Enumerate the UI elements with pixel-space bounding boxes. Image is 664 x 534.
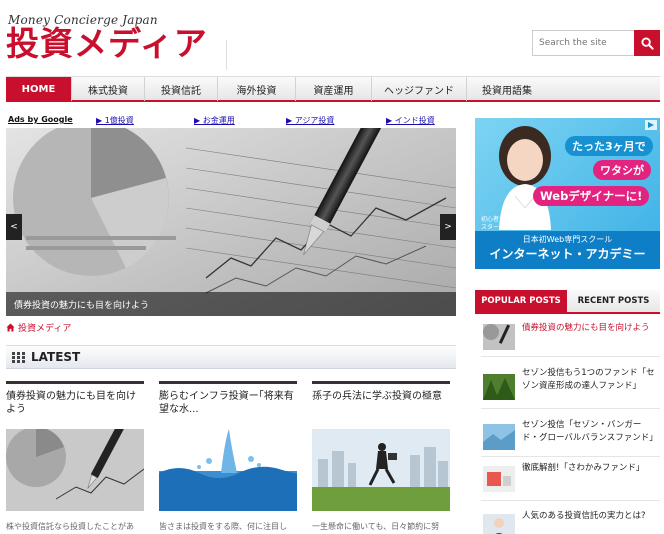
nav-item-funds[interactable]: 投資信託 [145, 77, 218, 101]
slide-image [6, 128, 456, 316]
popular-post-item[interactable]: 人気のある投資信託の実力とは? [475, 506, 660, 534]
ad-link-4[interactable]: ▶ インド投資 [386, 115, 435, 126]
ad-headline-2: ワタシが [593, 160, 651, 180]
grid-icon [12, 351, 25, 363]
main-nav: HOME 株式投資 投資信託 海外投資 資産運用 ヘッジファンド 投資用語集 [6, 76, 660, 102]
notes-thumbnail-image [483, 466, 515, 492]
slide-caption[interactable]: 債券投資の魅力にも目を向けよう [6, 292, 456, 316]
bond-thumbnail-image [483, 324, 515, 350]
latest-title: LATEST [31, 350, 81, 364]
water-splash-image [159, 429, 297, 511]
nav-item-asset-management[interactable]: 資産運用 [296, 77, 372, 101]
search-box [532, 30, 660, 56]
featured-slider[interactable]: < > 債券投資の魅力にも目を向けよう [6, 128, 456, 316]
nav-item-home[interactable]: HOME [6, 77, 72, 101]
popular-post-title[interactable]: セゾン投信「セゾン・バンガード・グローバルバランスファンド」 [522, 419, 658, 445]
ad-link-1[interactable]: ▶ 1億投資 [96, 115, 134, 126]
breadcrumb-home-link[interactable]: 投資メディア [18, 321, 71, 334]
popular-post-divider [481, 408, 660, 409]
popular-post-title[interactable]: 徹底解剖!「さわかみファンド」 [522, 462, 656, 475]
forest-thumbnail-image [483, 374, 515, 400]
header-divider [226, 40, 227, 70]
post-card-image[interactable] [312, 429, 450, 511]
search-icon [640, 36, 654, 50]
ad-link-2[interactable]: ▶ お金運用 [194, 115, 235, 126]
ad-link-3[interactable]: ▶ アジア投資 [286, 115, 334, 126]
businessman-running-image [312, 429, 450, 511]
popular-post-item[interactable]: セゾン投信もう1つのファンド「セゾン資産形成の達人ファンド」 [475, 362, 660, 406]
ad-school-subtitle: 日本初Web専門スクール [522, 235, 613, 244]
popular-post-thumbnail[interactable] [483, 514, 515, 534]
slider-next-button[interactable]: > [440, 214, 456, 240]
woman-photo [499, 126, 551, 230]
post-card[interactable]: 膨らむインフラ投資ー｢将来有望な水... 皆さまは投資をする際、何に注目し [159, 381, 297, 534]
popular-post-thumbnail[interactable] [483, 324, 515, 350]
tab-popular-posts[interactable]: POPULAR POSTS [475, 290, 567, 312]
post-card-image[interactable] [6, 429, 144, 511]
post-card-title[interactable]: 孫子の兵法に学ぶ投資の極意 [312, 381, 450, 427]
tab-recent-posts[interactable]: RECENT POSTS [567, 290, 660, 312]
person-thumbnail-image [483, 514, 515, 534]
post-card-image[interactable] [159, 429, 297, 511]
popular-post-thumbnail[interactable] [483, 424, 515, 450]
post-card-excerpt: 皆さまは投資をする際、何に注目し [159, 522, 287, 531]
post-card-excerpt: 一生懸命に働いても、日々節約に努 [312, 522, 440, 531]
search-input[interactable] [533, 31, 635, 55]
popular-post-thumbnail[interactable] [483, 466, 515, 492]
sidebar-tabs: POPULAR POSTS RECENT POSTS [475, 290, 660, 314]
ad-headline-1: たった3ヶ月で [565, 136, 653, 156]
post-card-title[interactable]: 膨らむインフラ投資ー｢将来有望な水... [159, 381, 297, 427]
nav-item-hedge-funds[interactable]: ヘッジファンド [372, 77, 467, 101]
popular-post-title[interactable]: 人気のある投資信託の実力とは? [522, 510, 656, 523]
popular-post-item[interactable]: セゾン投信「セゾン・バンガード・グローバルバランスファンド」 [475, 414, 660, 458]
bond-chart-image [6, 429, 144, 511]
search-button[interactable] [634, 30, 660, 56]
site-logo[interactable]: 投資メディア [6, 27, 208, 60]
breadcrumb: 投資メディア [6, 321, 71, 334]
ad-links-row: Ads by Google ▶ 1億投資 ▶ お金運用 ▶ アジア投資 ▶ イン… [8, 115, 456, 129]
nav-item-glossary[interactable]: 投資用語集 [467, 77, 547, 101]
sky-thumbnail-image [483, 424, 515, 450]
nav-item-overseas[interactable]: 海外投資 [218, 77, 296, 101]
popular-post-divider [481, 456, 660, 457]
slider-prev-button[interactable]: < [6, 214, 22, 240]
ad-school-name: インターネット・アカデミー [489, 247, 646, 261]
latest-section-header: LATEST [6, 345, 456, 369]
ad-choices-icon [645, 120, 657, 130]
ad-caption-line-1: 初心者から [481, 216, 512, 223]
ads-by-google-label[interactable]: Ads by Google [8, 115, 73, 124]
home-icon [6, 323, 15, 332]
post-card[interactable]: 孫子の兵法に学ぶ投資の極意 一生懸命に働いても、日々節約に努 [312, 381, 450, 534]
post-card-excerpt: 株や投資信託なら投資したことがあ [6, 522, 134, 531]
popular-post-title[interactable]: セゾン投信もう1つのファンド「セゾン資産形成の達人ファンド」 [522, 367, 656, 393]
nav-item-stocks[interactable]: 株式投資 [72, 77, 145, 101]
popular-post-item[interactable]: 債券投資の魅力にも目を向けよう [475, 316, 660, 360]
sidebar-banner-ad[interactable]: たった3ヶ月で ワタシが Webデザイナーに! 初心者から スタートしたユカさん… [475, 118, 660, 269]
popular-post-title[interactable]: 債券投資の魅力にも目を向けよう [522, 322, 656, 335]
popular-post-divider [481, 356, 660, 357]
ad-headline-3: Webデザイナーに! [533, 186, 650, 206]
ad-school-banner: 日本初Web専門スクール インターネット・アカデミー [475, 231, 660, 269]
post-card[interactable]: 債券投資の魅力にも目を向けよう 株や投資信託なら投資したことがあ [6, 381, 144, 534]
ad-caption: 初心者から スタートしたユカさん [481, 216, 541, 232]
popular-post-thumbnail[interactable] [483, 374, 515, 400]
popular-post-divider [481, 500, 660, 501]
post-card-title[interactable]: 債券投資の魅力にも目を向けよう [6, 381, 144, 427]
site-header: Money Concierge Japan 投資メディア [0, 0, 664, 76]
